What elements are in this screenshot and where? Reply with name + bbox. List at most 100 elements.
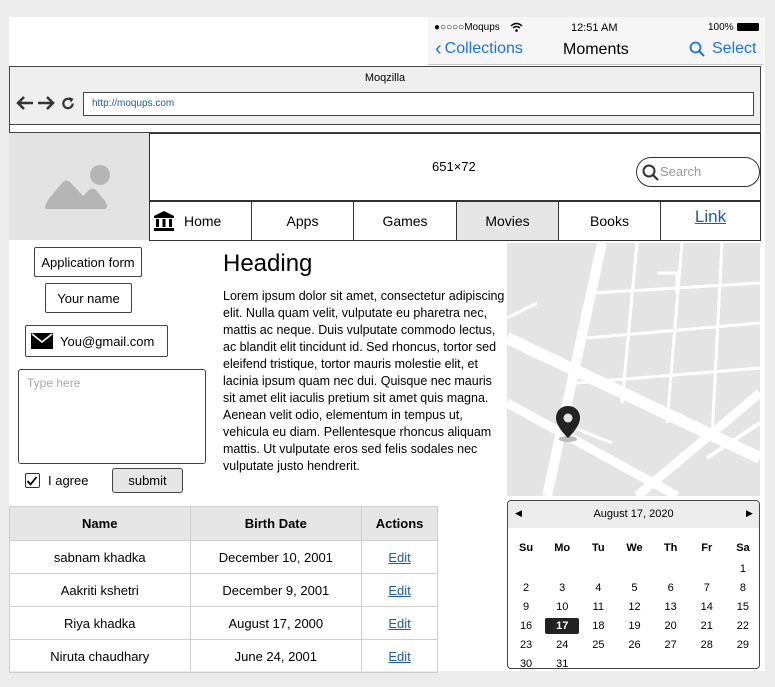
calendar-day[interactable]: 18	[581, 618, 615, 634]
weekday-label: Th	[663, 542, 678, 554]
back-button-label: Collections	[444, 40, 523, 57]
checkmark-icon	[26, 476, 38, 486]
table-row: sabnam khadka December 10, 2001 Edit	[9, 540, 438, 574]
calendar-day[interactable]: 1	[726, 561, 759, 577]
calendar-month-label: August 17, 2020	[593, 508, 674, 520]
calendar-day[interactable]: 5	[617, 580, 651, 596]
agree-label: I agree	[48, 473, 89, 488]
agree-checkbox[interactable]	[25, 473, 40, 488]
table-header-row: Name Birth Date Actions	[9, 506, 438, 541]
image-icon	[45, 165, 110, 209]
select-button[interactable]: Select	[689, 40, 756, 58]
calendar: ◀ August 17, 2020 ▶ Su Mo Tu We Th Fr Sa 12345…	[507, 500, 760, 669]
battery-label: 100%	[708, 22, 734, 33]
cell-birth-date: June 24, 2001	[189, 639, 363, 673]
calendar-day[interactable]: 12	[617, 599, 651, 615]
calendar-day[interactable]: 28	[690, 637, 724, 653]
weekday-label: Sa	[736, 542, 750, 554]
calendar-day[interactable]: 23	[509, 637, 543, 653]
column-header-birth-date: Birth Date	[189, 506, 363, 541]
map-pin-icon[interactable]	[555, 406, 581, 442]
nav-books[interactable]: Books	[558, 201, 661, 241]
nav-link-label: Link	[694, 207, 727, 226]
calendar-day[interactable]: 16	[509, 618, 543, 634]
calendar-day[interactable]: 15	[726, 599, 759, 615]
content-heading: Heading	[223, 250, 313, 277]
weekday-label: We	[626, 542, 643, 554]
email-field[interactable]: You@gmail.com	[25, 325, 168, 357]
back-button[interactable]: ‹ Collections	[435, 38, 523, 60]
calendar-day[interactable]: 2	[509, 580, 543, 596]
edit-link[interactable]: Edit	[388, 550, 410, 565]
nav-link[interactable]: Link	[660, 201, 761, 241]
calendar-grid: Su Mo Tu We Th Fr Sa 1 2 3 4 5 6 7 8 9 10 11 12 13 14 15 16 17…	[508, 537, 759, 669]
next-month-arrow-icon[interactable]: ▶	[746, 508, 753, 519]
map-streets	[507, 243, 760, 496]
calendar-day[interactable]: 31	[545, 656, 579, 669]
nav-home[interactable]: Home	[149, 201, 252, 241]
search-placeholder: Search	[660, 164, 702, 179]
weekday-row: Su Mo Tu We Th Fr Sa	[508, 537, 759, 559]
calendar-day[interactable]: 14	[690, 599, 724, 615]
edit-link[interactable]: Edit	[388, 649, 410, 664]
calendar-day[interactable]: 6	[654, 580, 688, 596]
cell-birth-date: December 9, 2001	[189, 573, 363, 607]
map[interactable]	[507, 243, 760, 496]
search-icon	[642, 164, 659, 181]
image-placeholder	[9, 133, 149, 240]
carrier-label: ●○○○○Moqups	[434, 22, 500, 33]
calendar-day[interactable]: 7	[690, 580, 724, 596]
nav-apps[interactable]: Apps	[251, 201, 354, 241]
weekday-label: Fr	[701, 542, 713, 554]
nav-games[interactable]: Games	[353, 201, 457, 241]
calendar-day[interactable]: 19	[617, 618, 651, 634]
browser-window: Moqzilla http://moqups.com	[9, 66, 761, 133]
nav-movies[interactable]: Movies	[456, 201, 559, 241]
search-icon	[689, 41, 705, 57]
wifi-icon	[510, 22, 523, 32]
calendar-day[interactable]: 10	[545, 599, 579, 615]
calendar-day[interactable]: 3	[545, 580, 579, 596]
search-input[interactable]: Search	[636, 157, 760, 187]
application-form-button[interactable]: Application form	[34, 247, 142, 277]
calendar-day[interactable]: 27	[654, 637, 688, 653]
submit-button[interactable]: submit	[112, 468, 183, 493]
bank-icon	[154, 211, 174, 231]
calendar-day[interactable]: 17	[545, 617, 580, 634]
select-button-label: Select	[712, 40, 757, 57]
calendar-week-row: 1	[508, 559, 759, 578]
calendar-day[interactable]: 13	[654, 599, 688, 615]
calendar-week-row: 30 31	[508, 654, 759, 669]
calendar-day[interactable]: 11	[581, 599, 615, 615]
name-field[interactable]: Your name	[45, 283, 132, 313]
calendar-day[interactable]: 8	[726, 580, 759, 596]
cell-birth-date: August 17, 2000	[189, 606, 363, 640]
browser-title: Moqzilla	[364, 72, 406, 84]
forward-arrow-icon[interactable]	[37, 95, 55, 111]
message-textarea[interactable]: Type here	[18, 369, 206, 464]
url-field[interactable]: http://moqups.com	[83, 92, 754, 116]
calendar-day[interactable]: 26	[617, 637, 651, 653]
calendar-day[interactable]: 4	[581, 580, 615, 596]
back-arrow-icon[interactable]	[16, 95, 34, 111]
calendar-day[interactable]: 9	[509, 599, 543, 615]
calendar-week-row: 9 10 11 12 13 14 15	[508, 597, 759, 616]
calendar-day[interactable]: 22	[726, 618, 759, 634]
edit-link[interactable]: Edit	[388, 616, 410, 631]
weekday-label: Mo	[554, 542, 571, 554]
calendar-day[interactable]: 29	[726, 637, 759, 653]
weekday-label: Tu	[592, 542, 605, 554]
calendar-day[interactable]: 24	[545, 637, 579, 653]
email-value: You@gmail.com	[60, 333, 155, 349]
chevron-left-icon: ‹	[435, 38, 442, 60]
reload-icon[interactable]	[60, 96, 76, 111]
calendar-day[interactable]: 20	[654, 618, 688, 634]
calendar-day[interactable]: 21	[690, 618, 724, 634]
cell-name: Niruta chaudhary	[9, 639, 191, 673]
calendar-day[interactable]: 30	[509, 656, 543, 669]
table-row: Riya khadka August 17, 2000 Edit	[9, 606, 438, 640]
edit-link[interactable]: Edit	[388, 583, 410, 598]
calendar-day[interactable]: 25	[581, 637, 615, 653]
banner-size-label: 651×72	[432, 159, 476, 174]
table-row: Aakriti kshetri December 9, 2001 Edit	[9, 573, 438, 607]
